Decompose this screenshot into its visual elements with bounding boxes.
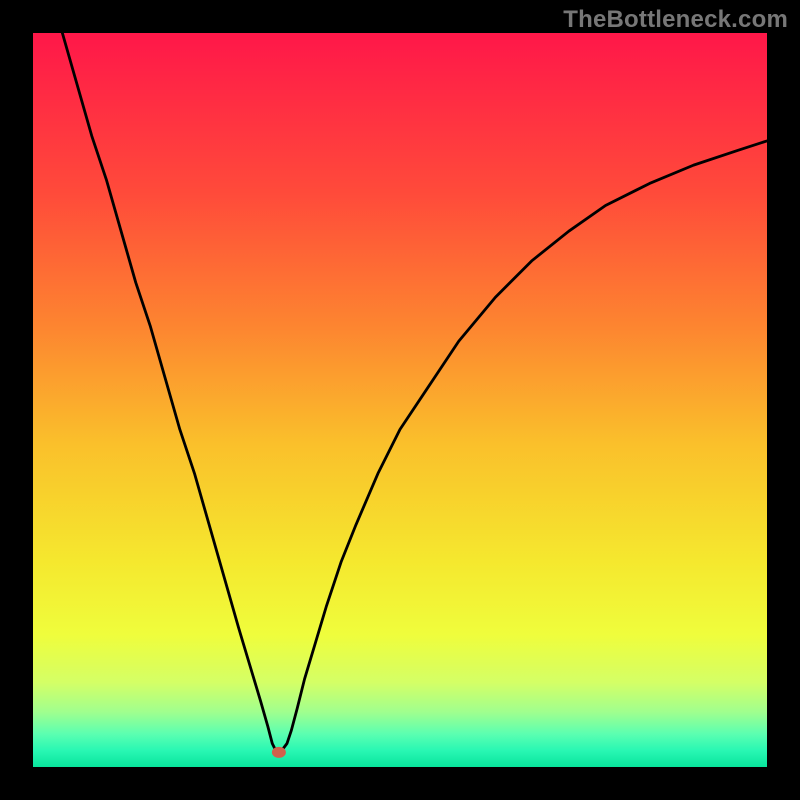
watermark-text: TheBottleneck.com — [563, 6, 788, 34]
chart-frame: TheBottleneck.com — [0, 0, 800, 800]
plot-area — [33, 33, 767, 767]
plot-svg — [33, 33, 767, 767]
optimal-point-marker — [272, 747, 286, 758]
gradient-background — [33, 33, 767, 767]
